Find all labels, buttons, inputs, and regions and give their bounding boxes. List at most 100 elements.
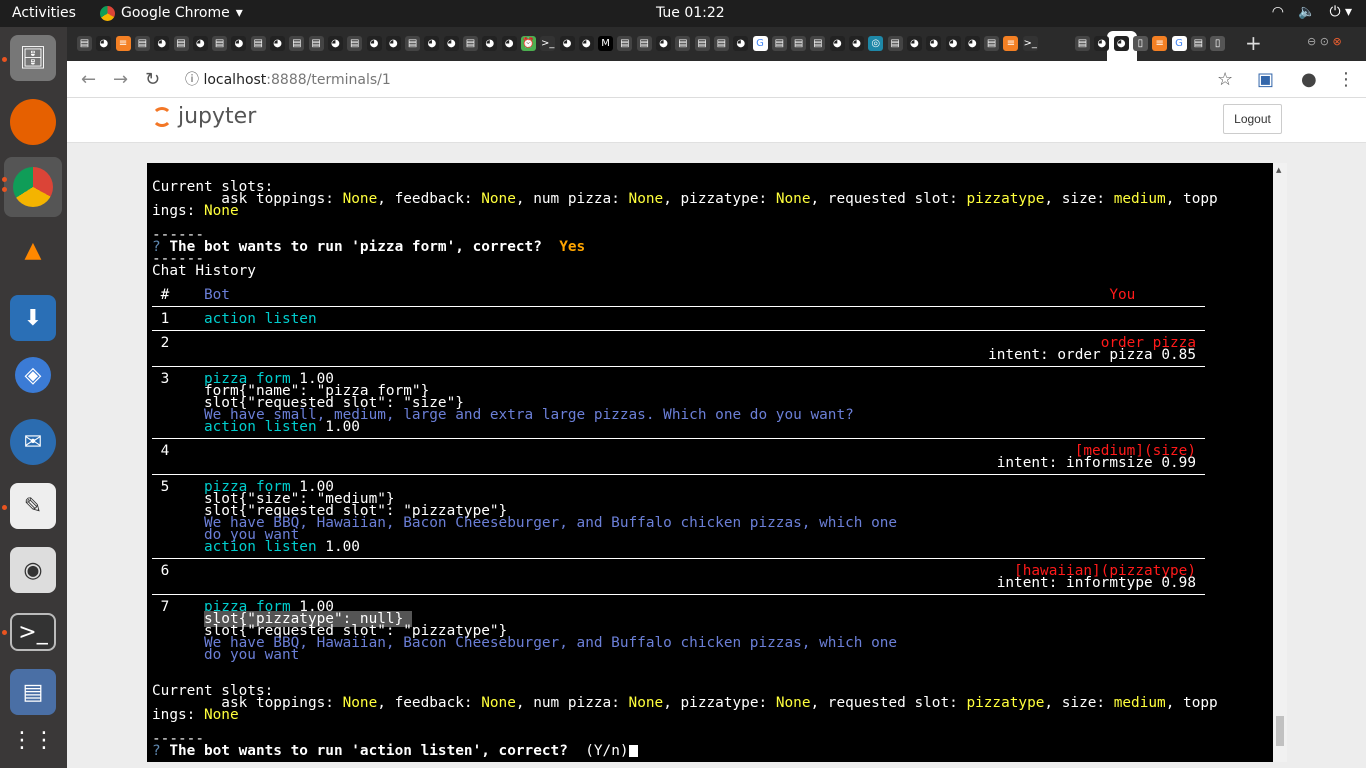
tab-gh-icon[interactable]: ◕	[849, 36, 864, 51]
tab-jp-icon[interactable]: ▤	[463, 36, 478, 51]
tab-gh-icon[interactable]: ◕	[482, 36, 498, 51]
tab-gh-icon[interactable]: ◕	[964, 36, 980, 51]
terminal-text: The bot wants to run 'action listen', co…	[169, 743, 586, 759]
profile-avatar[interactable]: ●	[1301, 69, 1317, 90]
tab-jp-icon[interactable]: ▤	[771, 36, 787, 51]
forward-icon[interactable]: →	[113, 69, 128, 90]
tab-jp-icon[interactable]: ▤	[713, 36, 729, 51]
tab-gh-icon[interactable]: ◕	[829, 36, 845, 51]
vlc-icon[interactable]: ▲	[10, 227, 56, 273]
tab-gh-icon[interactable]: ◕	[154, 36, 170, 51]
tab-so-icon[interactable]: ≡	[1152, 36, 1168, 51]
tab-jp-icon[interactable]: ▤	[212, 36, 228, 51]
download-icon[interactable]: ⬇	[10, 295, 56, 341]
tab-gh-icon[interactable]: ◕	[1113, 36, 1129, 51]
tab-jp-icon[interactable]: ▤	[1075, 36, 1090, 51]
firefox-icon[interactable]	[10, 99, 56, 145]
terminal-line: 1 action listen	[152, 312, 1272, 326]
scrollbar[interactable]: ▲	[1273, 163, 1287, 762]
tab-gh-icon[interactable]: ◕	[192, 36, 208, 51]
tab-gh-icon[interactable]: ◕	[559, 36, 575, 51]
tab-jp-icon[interactable]: ▤	[405, 36, 421, 51]
tab-jp-icon[interactable]: ▤	[617, 36, 633, 51]
tab-gh-icon[interactable]: ◕	[656, 36, 671, 51]
thunderbird-icon[interactable]: ✉	[10, 419, 56, 465]
tab-gh-icon[interactable]: ◕	[578, 36, 594, 51]
tab-gh-icon[interactable]: ◕	[385, 36, 401, 51]
tab-jp-icon[interactable]: ▤	[887, 36, 903, 51]
tab-jp-icon[interactable]: ▤	[675, 36, 691, 51]
app-menu[interactable]: Google Chrome ▾	[100, 5, 243, 21]
terminal-line: # Bot You	[152, 288, 1272, 302]
table-divider	[152, 301, 1272, 313]
tab-tm-icon[interactable]: >_	[540, 36, 556, 51]
url-path: :8888/terminals/1	[266, 72, 391, 88]
bookmark-star-icon[interactable]: ☆	[1217, 69, 1233, 90]
tab-jp-icon[interactable]: ▤	[810, 36, 826, 51]
tab-jp-icon[interactable]: ▤	[77, 36, 92, 51]
text-editor-icon[interactable]: ✎	[10, 483, 56, 529]
chrome-dock-icon[interactable]	[4, 157, 62, 217]
tab-jp-icon[interactable]: ▤	[636, 36, 652, 51]
tab-pg-icon[interactable]: ▯	[1132, 36, 1148, 51]
tab-ci-icon[interactable]: ◎	[868, 36, 884, 51]
terminal-line: do you want	[152, 648, 1272, 662]
address-bar[interactable]: ⓘ localhost:8888/terminals/1	[185, 66, 1245, 94]
tab-gh-icon[interactable]: ◕	[926, 36, 942, 51]
tab-cl-icon[interactable]: ⏰	[520, 36, 536, 51]
volume-icon: 🔈	[1298, 4, 1316, 20]
tab-jp-icon[interactable]: ▤	[791, 36, 807, 51]
tab-gh-icon[interactable]: ◕	[327, 36, 343, 51]
window-controls[interactable]: ⊖ ⊙ ⊗	[1307, 35, 1342, 48]
tab-gh-icon[interactable]: ◕	[945, 36, 961, 51]
tab-jp-icon[interactable]: ▤	[347, 36, 363, 51]
tab-gh-icon[interactable]: ◕	[906, 36, 922, 51]
logout-button[interactable]: Logout	[1223, 104, 1282, 134]
speaker-icon[interactable]: ◉	[10, 547, 56, 593]
tab-jp-icon[interactable]: ▤	[308, 36, 324, 51]
tab-jp-icon[interactable]: ▤	[250, 36, 266, 51]
tab-gh-icon[interactable]: ◕	[231, 36, 247, 51]
tab-gh-icon[interactable]: ◕	[443, 36, 459, 51]
tab-so-icon[interactable]: ≡	[115, 36, 131, 51]
tab-gh-icon[interactable]: ◕	[366, 36, 382, 51]
reload-icon[interactable]: ↻	[145, 69, 160, 90]
tab-jp-icon[interactable]: ▤	[694, 36, 710, 51]
chrome-icon	[100, 5, 115, 21]
tab-G-icon[interactable]: G	[752, 36, 768, 51]
tab-gh-icon[interactable]: ◕	[96, 36, 112, 51]
tab-pg-icon[interactable]: ▯	[1210, 36, 1226, 51]
back-icon[interactable]: ←	[81, 69, 96, 90]
tab-so-icon[interactable]: ≡	[1003, 36, 1019, 51]
tab-gh-icon[interactable]: ◕	[270, 36, 285, 51]
terminal-icon[interactable]: >_	[10, 613, 56, 651]
show-apps-icon[interactable]: ⋮⋮	[10, 717, 56, 763]
system-tray[interactable]: ◠ 🔈 ⏻ ▾	[1272, 4, 1352, 20]
remote-icon[interactable]: ◈	[15, 357, 51, 393]
menu-icon[interactable]: ⋮	[1337, 69, 1355, 90]
tab-gh-icon[interactable]: ◕	[501, 36, 517, 51]
new-tab-button[interactable]: +	[1245, 31, 1262, 55]
tab-gh-icon[interactable]: ◕	[733, 36, 749, 51]
tab-jp-icon[interactable]: ▤	[1190, 36, 1206, 51]
storage-icon[interactable]: ▤	[10, 669, 56, 715]
tab-jp-icon[interactable]: ▤	[173, 36, 189, 51]
tab-gh-icon[interactable]: ◕	[424, 36, 440, 51]
tab-jp-icon[interactable]: ▤	[289, 36, 305, 51]
tab-gh-icon[interactable]: ◕	[1094, 36, 1110, 51]
terminal-line: intent: informtype 0.98	[152, 576, 1272, 590]
tab-G-icon[interactable]: G	[1171, 36, 1187, 51]
tab-jp-icon[interactable]: ▤	[984, 36, 1000, 51]
files-icon[interactable]: 🗄	[10, 35, 56, 81]
tab-tm-icon[interactable]: >_	[1022, 36, 1038, 51]
terminal[interactable]: Current slots: ask toppings: None, feedb…	[147, 163, 1287, 762]
activities-button[interactable]: Activities	[12, 5, 76, 21]
tab-jp-icon[interactable]: ▤	[134, 36, 150, 51]
clock[interactable]: Tue 01:22	[656, 5, 725, 21]
tab-M-icon[interactable]: M	[598, 36, 614, 51]
extension-icon[interactable]: ▣	[1257, 69, 1274, 90]
jupyter-logo[interactable]: jupyter	[152, 104, 256, 129]
scrollbar-thumb[interactable]	[1276, 716, 1284, 746]
chevron-down-icon: ▾	[235, 5, 243, 21]
